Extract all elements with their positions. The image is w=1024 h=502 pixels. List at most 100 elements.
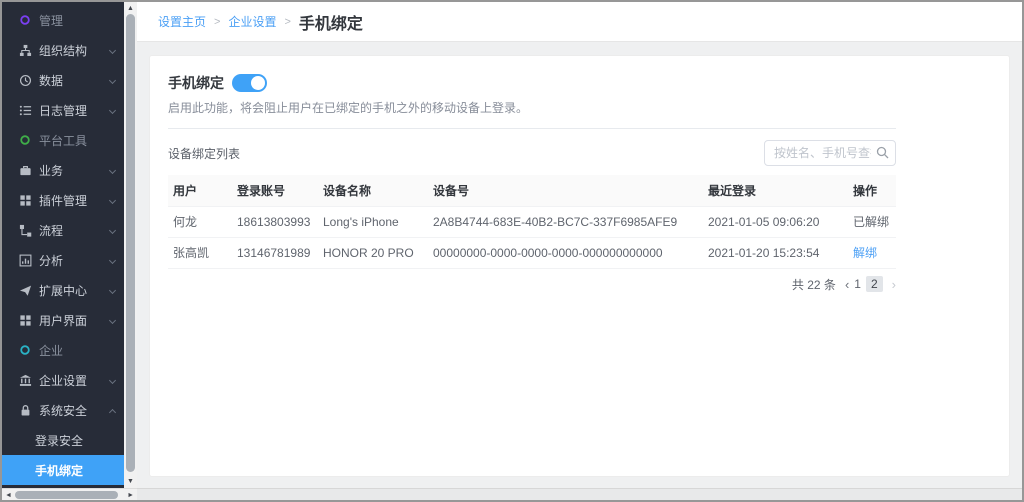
sidebar-item-platform-tools: 平台工具 (2, 125, 124, 155)
device-id-cell: 2A8B4744-683E-40B2-BC7C-337F6985AFE9 (428, 205, 703, 238)
table-row: 张高凯 13146781989 HONOR 20 PRO 00000000-0000-… (168, 237, 896, 269)
toggle-knob (251, 76, 265, 90)
chevron-down-icon (108, 46, 117, 55)
ring-icon (18, 343, 32, 357)
chevron-down-icon (108, 286, 117, 295)
chevron-down-icon (108, 256, 117, 265)
sidebar-item-label: 业务 (39, 163, 64, 178)
sidebar-item-label: 登录安全 (35, 433, 84, 448)
device-name-cell: Long's iPhone (318, 205, 428, 238)
chevron-up-icon (108, 408, 117, 417)
sidebar-item-label: 手机绑定 (35, 463, 84, 478)
building-icon (18, 373, 32, 387)
sidebar-item-label: 数据 (39, 73, 64, 88)
sidebar-item-label: 组织结构 (39, 43, 88, 58)
sidebar-item-log-management[interactable]: 日志管理 (2, 95, 124, 125)
app-window: 管理 组织结构 数据 日志管理 平台工具 业务 插件管理 流程 分析 扩展中心 用户界面 企业 企业设置… (0, 0, 1024, 502)
scroll-right-arrow-icon[interactable]: ► (127, 492, 134, 499)
sidebar-item-label: 日志管理 (39, 103, 88, 118)
sidebar-item-user-interface[interactable]: 用户界面 (2, 305, 124, 335)
sidebar: 管理组织结构数据日志管理平台工具业务插件管理流程分析扩展中心用户界面企业企业设置… (2, 2, 124, 488)
search-icon[interactable] (876, 146, 889, 159)
sidebar-vertical-scrollbar[interactable]: ▲ ▼ (124, 2, 137, 488)
sidebar-item-plugin-management[interactable]: 插件管理 (2, 185, 124, 215)
sidebar-item-enterprise-settings[interactable]: 企业设置 (2, 365, 124, 395)
breadcrumb-separator: > (284, 15, 291, 28)
lock-icon (18, 403, 32, 417)
device-list-title: 设备绑定列表 (168, 146, 241, 161)
scroll-left-arrow-icon[interactable]: ◄ (5, 492, 12, 499)
sidebar-item-label: 系统安全 (39, 403, 88, 418)
pagination: 共 22 条 ‹ 12 › (168, 276, 896, 293)
chevron-down-icon (108, 226, 117, 235)
clock-icon (18, 73, 32, 87)
scroll-down-arrow-icon[interactable]: ▼ (127, 478, 134, 485)
briefcase-icon (18, 163, 32, 177)
breadcrumb: 设置主页 > 企业设置 > 手机绑定 (137, 2, 1022, 42)
sidebar-item-label: 流程 (39, 223, 64, 238)
sidebar-item-data[interactable]: 数据 (2, 65, 124, 95)
scroll-up-arrow-icon[interactable]: ▲ (127, 5, 134, 12)
sidebar-item-label: 插件管理 (39, 193, 88, 208)
phone-binding-toggle[interactable] (232, 74, 267, 92)
sidebar-item-login-security[interactable]: 登录安全 (2, 425, 124, 455)
sidebar-item-org-structure[interactable]: 组织结构 (2, 35, 124, 65)
column-header: 登录账号 (237, 183, 286, 198)
horizontal-scrollbar-thumb[interactable] (15, 491, 118, 499)
device-list-header: 设备绑定列表 (168, 140, 896, 166)
sidebar-item-phone-binding[interactable]: 手机绑定 (2, 455, 124, 485)
unbind-status: 已解绑 (853, 215, 890, 229)
unbind-link[interactable]: 解绑 (853, 246, 877, 260)
sidebar-item-analysis[interactable]: 分析 (2, 245, 124, 275)
grid-icon (18, 193, 32, 207)
breadcrumb-link-settings-home[interactable]: 设置主页 (158, 13, 206, 30)
chart-icon (18, 253, 32, 267)
column-header: 设备名称 (323, 183, 372, 198)
table-row: 何龙 18613803993 Long's iPhone 2A8B4744-683E-… (168, 205, 896, 238)
sidebar-item-label: 用户界面 (39, 313, 88, 328)
action-cell: 解绑 (848, 237, 896, 269)
divider (168, 128, 896, 129)
sidebar-item-management: 管理 (2, 5, 124, 35)
column-header: 设备号 (433, 183, 470, 198)
account-cell: 13146781989 (232, 237, 318, 269)
sidebar-item-label: 扩展中心 (39, 283, 88, 298)
phone-binding-title: 手机绑定 (168, 75, 224, 91)
vertical-scrollbar-thumb[interactable] (126, 14, 135, 472)
column-header: 操作 (853, 183, 878, 198)
device-name-cell: HONOR 20 PRO (318, 237, 428, 269)
sidebar-item-business[interactable]: 业务 (2, 155, 124, 185)
table-header-row: 用户 登录账号 设备名称 设备号 最近登录 操作 (168, 175, 896, 206)
sidebar-horizontal-scrollbar[interactable]: ◄ ► (2, 488, 137, 500)
breadcrumb-link-enterprise-settings[interactable]: 企业设置 (228, 13, 276, 30)
user-cell: 张高凯 (168, 237, 232, 269)
sidebar-item-label: 企业 (39, 343, 64, 358)
toggle-row: 手机绑定 (168, 73, 896, 93)
list-icon (18, 103, 32, 117)
phone-binding-description: 启用此功能，将会阻止用户在已绑定的手机之外的移动设备上登录。 (168, 101, 529, 115)
sidebar-item-label: 平台工具 (39, 133, 88, 148)
column-header: 最近登录 (708, 183, 757, 198)
sidebar-item-extension-center[interactable]: 扩展中心 (2, 275, 124, 305)
search-box (764, 140, 896, 166)
sidebar-item-label: 分析 (39, 253, 64, 268)
breadcrumb-separator: > (214, 15, 221, 28)
page-number-1[interactable]: 1 (849, 276, 866, 292)
action-cell: 已解绑 (848, 205, 896, 238)
sidebar-item-workflow[interactable]: 流程 (2, 215, 124, 245)
ring-icon (18, 13, 32, 27)
sidebar-item-enterprise: 企业 (2, 335, 124, 365)
page-title: 手机绑定 (298, 15, 363, 33)
send-icon (18, 283, 32, 297)
bottom-scroll-track (137, 488, 1022, 500)
chevron-down-icon (108, 316, 117, 325)
content-card: 手机绑定 启用此功能，将会阻止用户在已绑定的手机之外的移动设备上登录。 设备绑定… (149, 55, 1010, 477)
chevron-down-icon (108, 166, 117, 175)
next-page-icon[interactable]: › (892, 277, 896, 292)
sidebar-item-system-security[interactable]: 系统安全 (2, 395, 124, 425)
device-id-cell: 00000000-0000-0000-0000-000000000000 (428, 237, 703, 269)
page-number-2[interactable]: 2 (865, 276, 883, 292)
chevron-down-icon (108, 106, 117, 115)
chevron-down-icon (108, 196, 117, 205)
sitemap-icon (18, 43, 32, 57)
